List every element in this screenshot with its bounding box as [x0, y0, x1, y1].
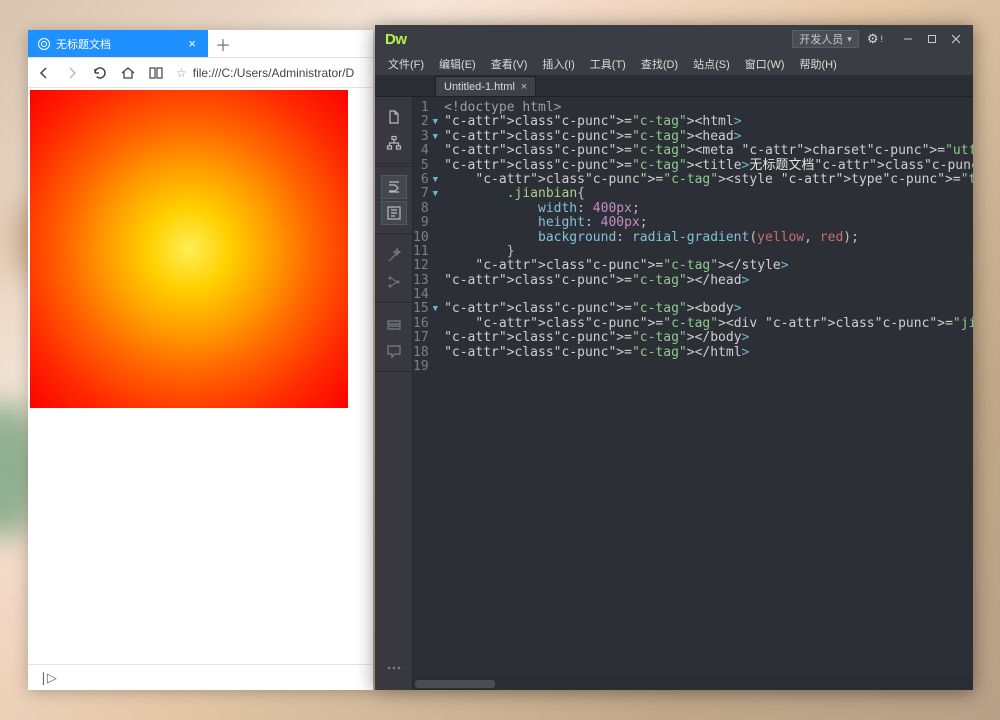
- reader-button[interactable]: [148, 65, 164, 81]
- tab-title: 无标题文档: [56, 36, 180, 52]
- code-view[interactable]: 12345678910111213141516171819 ▼▼▼▼▼ <!do…: [413, 97, 973, 678]
- snippet-icon[interactable]: [381, 270, 407, 294]
- menu-item[interactable]: 编辑(E): [432, 53, 483, 75]
- scrollbar-thumb[interactable]: [415, 680, 495, 688]
- url-text: file:///C:/Users/Administrator/D: [193, 66, 354, 80]
- document-tabbar: Untitled-1.html ×: [375, 75, 973, 97]
- menu-item[interactable]: 窗口(W): [738, 53, 792, 75]
- sync-settings-button[interactable]: ⚙!: [867, 31, 883, 47]
- dw-titlebar: Dw 开发人员 ▾ ⚙!: [375, 25, 973, 53]
- browser-tabbar: 无标题文档 × ＋: [28, 30, 373, 58]
- forward-button[interactable]: [64, 65, 80, 81]
- more-icon[interactable]: [381, 656, 407, 680]
- collapse-icon[interactable]: [381, 313, 407, 337]
- close-tab-icon[interactable]: ×: [186, 36, 198, 51]
- reload-button[interactable]: [92, 65, 108, 81]
- line-number-gutter: 12345678910111213141516171819: [413, 101, 433, 374]
- dreamweaver-window: Dw 开发人员 ▾ ⚙! 文件(F)编辑(E)查看(V)插入(I)工具(T)查找…: [375, 25, 973, 690]
- new-tab-button[interactable]: ＋: [208, 30, 238, 57]
- menu-item[interactable]: 查看(V): [484, 53, 535, 75]
- menu-item[interactable]: 插入(I): [535, 53, 581, 75]
- minimize-button[interactable]: [897, 30, 919, 48]
- document-tab-label: Untitled-1.html: [444, 81, 515, 93]
- browser-window: 无标题文档 × ＋ ☆ file:///C:/Users/Administrat…: [28, 30, 373, 690]
- dw-logo: Dw: [385, 31, 407, 48]
- dw-menubar: 文件(F)编辑(E)查看(V)插入(I)工具(T)查找(D)站点(S)窗口(W)…: [375, 53, 973, 75]
- menu-item[interactable]: 文件(F): [381, 53, 431, 75]
- browser-tab-active[interactable]: 无标题文档 ×: [28, 30, 208, 57]
- menu-item[interactable]: 查找(D): [634, 53, 685, 75]
- workspace-dropdown[interactable]: 开发人员 ▾: [792, 30, 859, 48]
- file-manager-icon[interactable]: [381, 105, 407, 129]
- code-editor[interactable]: 12345678910111213141516171819 ▼▼▼▼▼ <!do…: [413, 97, 973, 690]
- favorite-icon[interactable]: ☆: [176, 66, 187, 80]
- page-viewport: [28, 88, 373, 664]
- apply-source-icon[interactable]: [381, 201, 407, 225]
- menu-item[interactable]: 帮助(H): [793, 53, 844, 75]
- wand-icon[interactable]: [381, 244, 407, 268]
- rendered-gradient-box: [30, 90, 348, 408]
- format-source-icon[interactable]: [381, 175, 407, 199]
- titlebar-right: 开发人员 ▾ ⚙!: [792, 30, 967, 48]
- close-document-icon[interactable]: ×: [521, 81, 527, 93]
- document-tab[interactable]: Untitled-1.html ×: [435, 76, 536, 96]
- menu-item[interactable]: 工具(T): [583, 53, 633, 75]
- address-bar[interactable]: ☆ file:///C:/Users/Administrator/D: [176, 66, 365, 80]
- code-toolbar: [375, 97, 413, 690]
- back-button[interactable]: [36, 65, 52, 81]
- browser-toolbar: ☆ file:///C:/Users/Administrator/D: [28, 58, 373, 88]
- dom-panel-icon[interactable]: [381, 131, 407, 155]
- page-icon: [38, 38, 50, 50]
- workspace-label: 开发人员: [799, 31, 843, 47]
- horizontal-scrollbar[interactable]: [413, 678, 973, 690]
- window-controls: [897, 30, 967, 48]
- code-content[interactable]: <!doctype html>"c-attr">class"c-punc">="…: [438, 101, 973, 374]
- close-button[interactable]: [945, 30, 967, 48]
- comment-icon[interactable]: [381, 339, 407, 363]
- browser-statusbar: ❘▷: [28, 664, 373, 690]
- chevron-down-icon: ▾: [847, 34, 852, 45]
- menu-item[interactable]: 站点(S): [686, 53, 737, 75]
- maximize-button[interactable]: [921, 30, 943, 48]
- step-forward-icon[interactable]: ❘▷: [38, 670, 55, 686]
- home-button[interactable]: [120, 65, 136, 81]
- dw-body: 12345678910111213141516171819 ▼▼▼▼▼ <!do…: [375, 97, 973, 690]
- gear-badge: !: [880, 34, 883, 44]
